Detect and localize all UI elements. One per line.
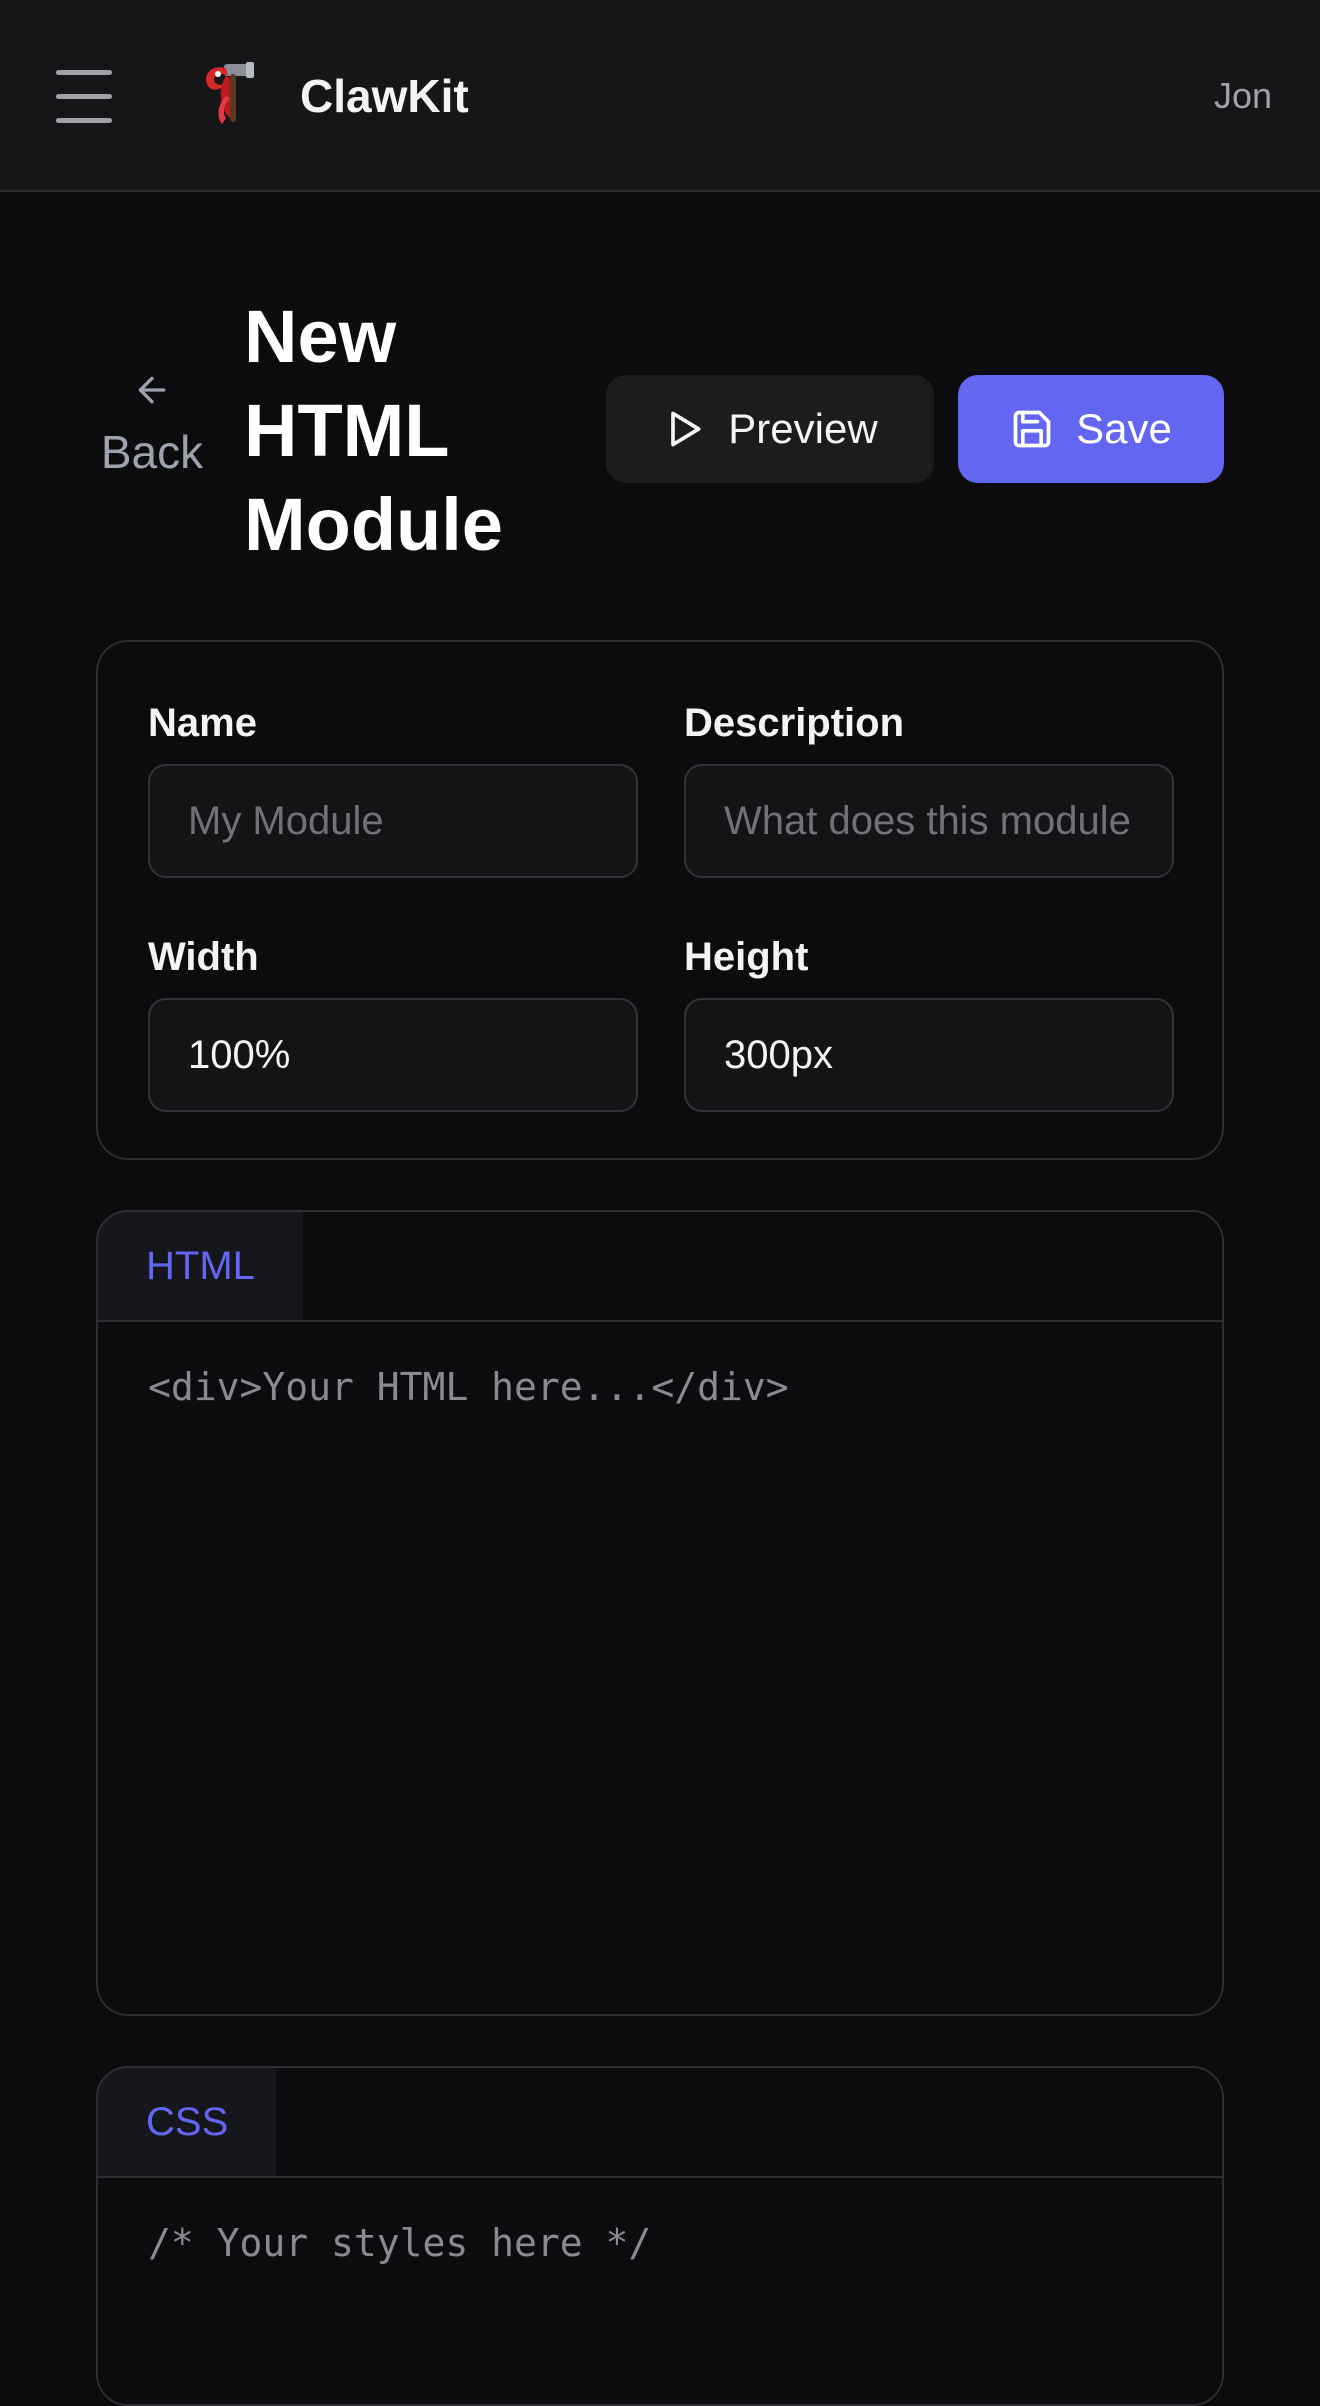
height-input[interactable] bbox=[684, 998, 1174, 1112]
user-menu[interactable]: Jon bbox=[1214, 72, 1272, 120]
description-label: Description bbox=[684, 701, 905, 745]
top-bar: ClawKit Jon bbox=[0, 0, 1320, 192]
css-editor-tabs: CSS bbox=[98, 2068, 1222, 2178]
tab-css[interactable]: CSS bbox=[98, 2068, 277, 2176]
css-code-editor[interactable] bbox=[98, 2178, 1222, 2404]
menu-icon[interactable] bbox=[56, 70, 112, 123]
save-button[interactable]: Save bbox=[958, 375, 1224, 483]
html-editor-tabs: HTML bbox=[98, 1212, 1222, 1322]
css-editor-card: CSS bbox=[96, 2066, 1224, 2406]
tab-html[interactable]: HTML bbox=[98, 1212, 303, 1320]
width-label: Width bbox=[148, 935, 259, 979]
play-icon bbox=[671, 411, 701, 447]
name-label: Name bbox=[148, 701, 257, 745]
html-code-editor[interactable] bbox=[98, 1322, 1222, 2014]
description-input[interactable] bbox=[684, 764, 1174, 878]
save-icon bbox=[1013, 410, 1051, 448]
page-title: New HTML Module bbox=[244, 295, 503, 566]
preview-label: Preview bbox=[728, 405, 878, 452]
back-label: Back bbox=[100, 426, 204, 478]
height-label: Height bbox=[684, 935, 809, 979]
back-button[interactable]: Back bbox=[96, 370, 208, 500]
preview-button[interactable]: Preview bbox=[606, 375, 934, 483]
html-editor-card: HTML bbox=[96, 1210, 1224, 2016]
name-input[interactable] bbox=[148, 764, 638, 878]
width-input[interactable] bbox=[148, 998, 638, 1112]
arrow-left-icon bbox=[138, 376, 166, 404]
brand-name[interactable]: ClawKit bbox=[300, 66, 469, 126]
save-label: Save bbox=[1076, 405, 1172, 452]
module-settings-card: Name Description Width Height bbox=[96, 640, 1224, 1160]
claw-hammer-logo-icon bbox=[206, 62, 254, 124]
